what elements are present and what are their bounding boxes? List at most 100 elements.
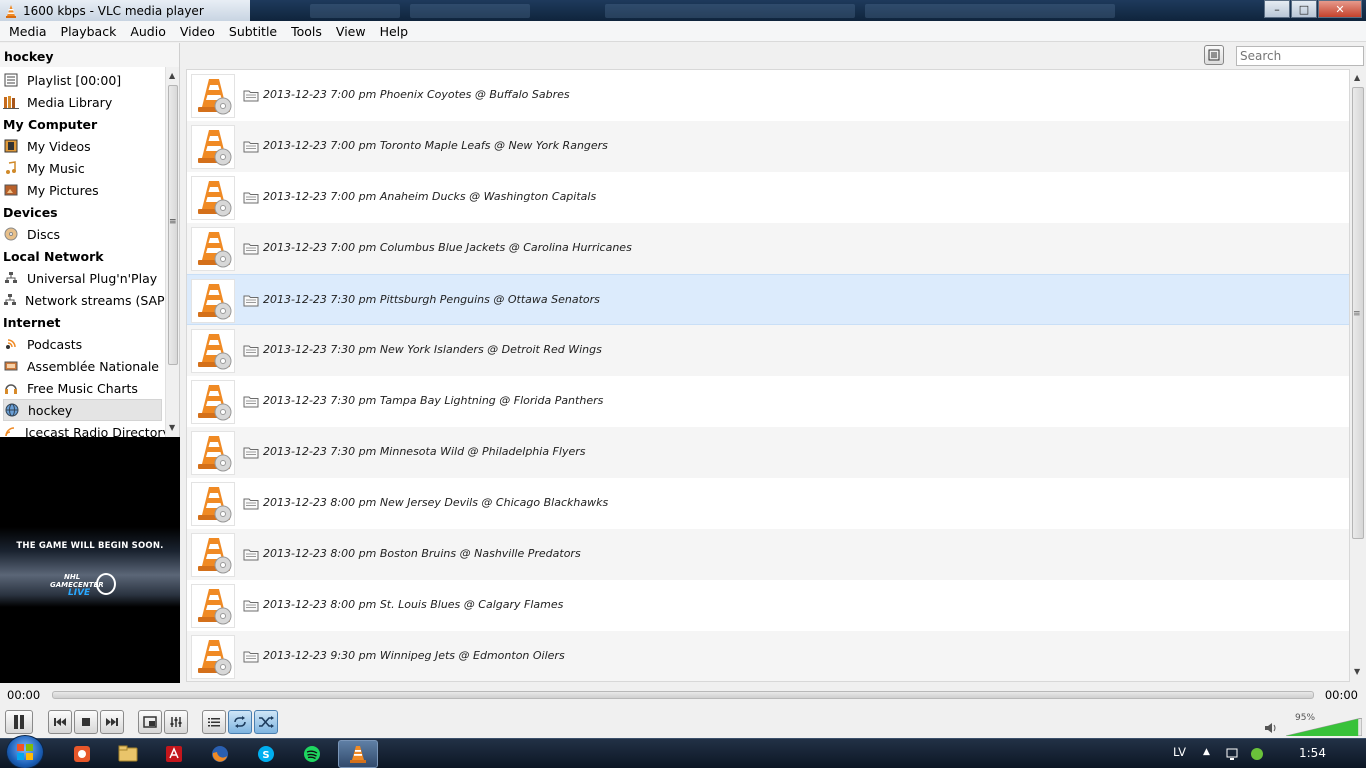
playlist-row[interactable]: 2013-12-23 7:00 pm Phoenix Coyotes @ Buf… <box>187 70 1349 121</box>
folder-icon <box>243 547 259 561</box>
sidebar-item-label: My Pictures <box>27 182 99 198</box>
sidebar-item[interactable]: Podcasts <box>3 333 162 355</box>
toggle-playlist-button[interactable] <box>202 710 226 734</box>
scroll-up-arrow-icon[interactable]: ▲ <box>1354 73 1360 82</box>
sidebar-item[interactable]: Discs <box>3 223 162 245</box>
next-button[interactable] <box>100 710 124 734</box>
playlist-row[interactable]: 2013-12-23 8:00 pm St. Louis Blues @ Cal… <box>187 580 1349 631</box>
sidebar-item[interactable]: Icecast Radio Directory <box>3 421 165 438</box>
close-button[interactable]: ✕ <box>1318 0 1362 18</box>
playlist-row[interactable]: 2013-12-23 7:30 pm Pittsburgh Penguins @… <box>187 274 1349 325</box>
sidebar-item[interactable]: Media Library <box>3 91 162 113</box>
playlist-row[interactable]: 2013-12-23 7:30 pm Tampa Bay Lightning @… <box>187 376 1349 427</box>
folder-icon <box>243 445 259 459</box>
tray-app-icon[interactable] <box>1250 747 1264 761</box>
loop-button[interactable] <box>228 710 252 734</box>
menu-video[interactable]: Video <box>173 21 222 42</box>
sidebar-item[interactable]: Free Music Charts <box>3 377 162 399</box>
window-title: 1600 kbps - VLC media player <box>23 3 204 18</box>
acrobat-icon[interactable] <box>154 740 194 768</box>
vlc-cone-icon <box>4 4 18 18</box>
sidebar-item-label: Media Library <box>27 94 113 110</box>
search-input[interactable] <box>1236 46 1364 66</box>
menu-playback[interactable]: Playback <box>54 21 124 42</box>
minimize-button[interactable]: – <box>1264 0 1290 18</box>
sidebar-item[interactable]: hockey <box>3 399 162 421</box>
menu-subtitle[interactable]: Subtitle <box>222 21 284 42</box>
playlist-icon <box>3 72 19 88</box>
film-icon <box>3 138 19 154</box>
menu-help[interactable]: Help <box>373 21 416 42</box>
vlc-icon[interactable] <box>338 740 378 768</box>
sidebar-item-label: Free Music Charts <box>27 380 138 396</box>
globe-icon <box>4 402 20 418</box>
sidebar-item-label: Icecast Radio Directory <box>25 424 165 438</box>
menu-tools[interactable]: Tools <box>284 21 329 42</box>
playlist-scrollbar[interactable]: ▲ ≡ ▼ <box>1350 69 1366 682</box>
playlist-item-title: 2013-12-23 7:30 pm Tampa Bay Lightning @… <box>263 394 604 407</box>
sidebar-title: hockey <box>4 49 54 64</box>
sidebar-item[interactable]: Network streams (SAP) <box>3 289 165 311</box>
picture-icon <box>3 182 19 198</box>
windows-taskbar: S LV ▲ 1:54 <box>0 735 1366 768</box>
scroll-down-arrow-icon[interactable]: ▼ <box>1354 667 1360 676</box>
sidebar-header: Internet <box>3 311 61 333</box>
menu-media[interactable]: Media <box>2 21 54 42</box>
playlist-view: 2013-12-23 7:00 pm Phoenix Coyotes @ Buf… <box>186 69 1350 682</box>
skype-icon[interactable]: S <box>246 740 286 768</box>
menu-bar: Media Playback Audio Video Subtitle Tool… <box>0 21 1366 42</box>
sidebar-item[interactable]: Assemblée Nationale <box>3 355 162 377</box>
volume-slider[interactable] <box>1286 718 1362 736</box>
scroll-down-arrow-icon[interactable]: ▼ <box>169 423 175 432</box>
maximize-button[interactable]: □ <box>1291 0 1317 18</box>
seek-slider[interactable] <box>52 691 1314 699</box>
spotify-icon[interactable] <box>292 740 332 768</box>
total-time[interactable]: 00:00 <box>1325 688 1358 702</box>
video-message: THE GAME WILL BEGIN SOON. <box>16 541 164 551</box>
loop-icon <box>234 716 246 728</box>
explorer-icon[interactable] <box>108 740 148 768</box>
sidebar-item-label: Discs <box>27 226 60 242</box>
sidebar-item[interactable]: My Music <box>3 157 162 179</box>
playlist-row[interactable]: 2013-12-23 7:30 pm New York Islanders @ … <box>187 325 1349 376</box>
playlist-row[interactable]: 2013-12-23 7:00 pm Columbus Blue Jackets… <box>187 223 1349 274</box>
volume-tray-icon[interactable] <box>1272 747 1286 761</box>
previous-button[interactable] <box>48 710 72 734</box>
scroll-up-arrow-icon[interactable]: ▲ <box>169 71 175 80</box>
shuffle-button[interactable] <box>254 710 278 734</box>
headphones-icon <box>3 380 19 396</box>
start-button[interactable] <box>6 735 44 768</box>
fullscreen-button[interactable] <box>138 710 162 734</box>
seek-bar-area: 00:00 00:00 <box>0 684 1366 706</box>
sidebar-item[interactable]: Playlist [00:00] <box>3 69 162 91</box>
menu-view[interactable]: View <box>329 21 373 42</box>
network-tray-icon[interactable] <box>1225 747 1239 761</box>
playlist-item-title: 2013-12-23 7:30 pm New York Islanders @ … <box>263 343 602 356</box>
menu-audio[interactable]: Audio <box>123 21 173 42</box>
playlist-row[interactable]: 2013-12-23 7:00 pm Toronto Maple Leafs @… <box>187 121 1349 172</box>
playlist-row[interactable]: 2013-12-23 7:30 pm Minnesota Wild @ Phil… <box>187 427 1349 478</box>
extended-settings-button[interactable] <box>164 710 188 734</box>
sidebar-scrollbar[interactable]: ▲ ≡ ▼ <box>165 67 179 437</box>
av-app-icon[interactable] <box>62 740 102 768</box>
firefox-icon[interactable] <box>200 740 240 768</box>
sidebar-item[interactable]: Universal Plug'n'Play <box>3 267 162 289</box>
vlc-cone-icon <box>191 74 235 118</box>
change-view-button[interactable] <box>1204 45 1224 65</box>
playlist-row[interactable]: 2013-12-23 8:00 pm Boston Bruins @ Nashv… <box>187 529 1349 580</box>
folder-icon <box>243 88 259 102</box>
language-indicator[interactable]: LV <box>1173 745 1186 759</box>
playlist-row[interactable]: 2013-12-23 9:30 pm Winnipeg Jets @ Edmon… <box>187 631 1349 681</box>
video-preview[interactable]: THE GAME WILL BEGIN SOON. NHL GAMECENTER… <box>0 437 180 683</box>
playlist-row[interactable]: 2013-12-23 7:00 pm Anaheim Ducks @ Washi… <box>187 172 1349 223</box>
stop-button[interactable] <box>74 710 98 734</box>
vlc-cone-icon <box>191 533 235 577</box>
pause-button[interactable] <box>5 710 33 734</box>
playlist-row[interactable]: 2013-12-23 8:00 pm New Jersey Devils @ C… <box>187 478 1349 529</box>
show-hidden-icons-icon[interactable]: ▲ <box>1203 747 1217 761</box>
music-note-icon <box>3 160 19 176</box>
sidebar-item[interactable]: My Pictures <box>3 179 162 201</box>
speaker-icon[interactable] <box>1264 721 1278 735</box>
clock[interactable]: 1:54 <box>1299 746 1326 760</box>
sidebar-item[interactable]: My Videos <box>3 135 162 157</box>
